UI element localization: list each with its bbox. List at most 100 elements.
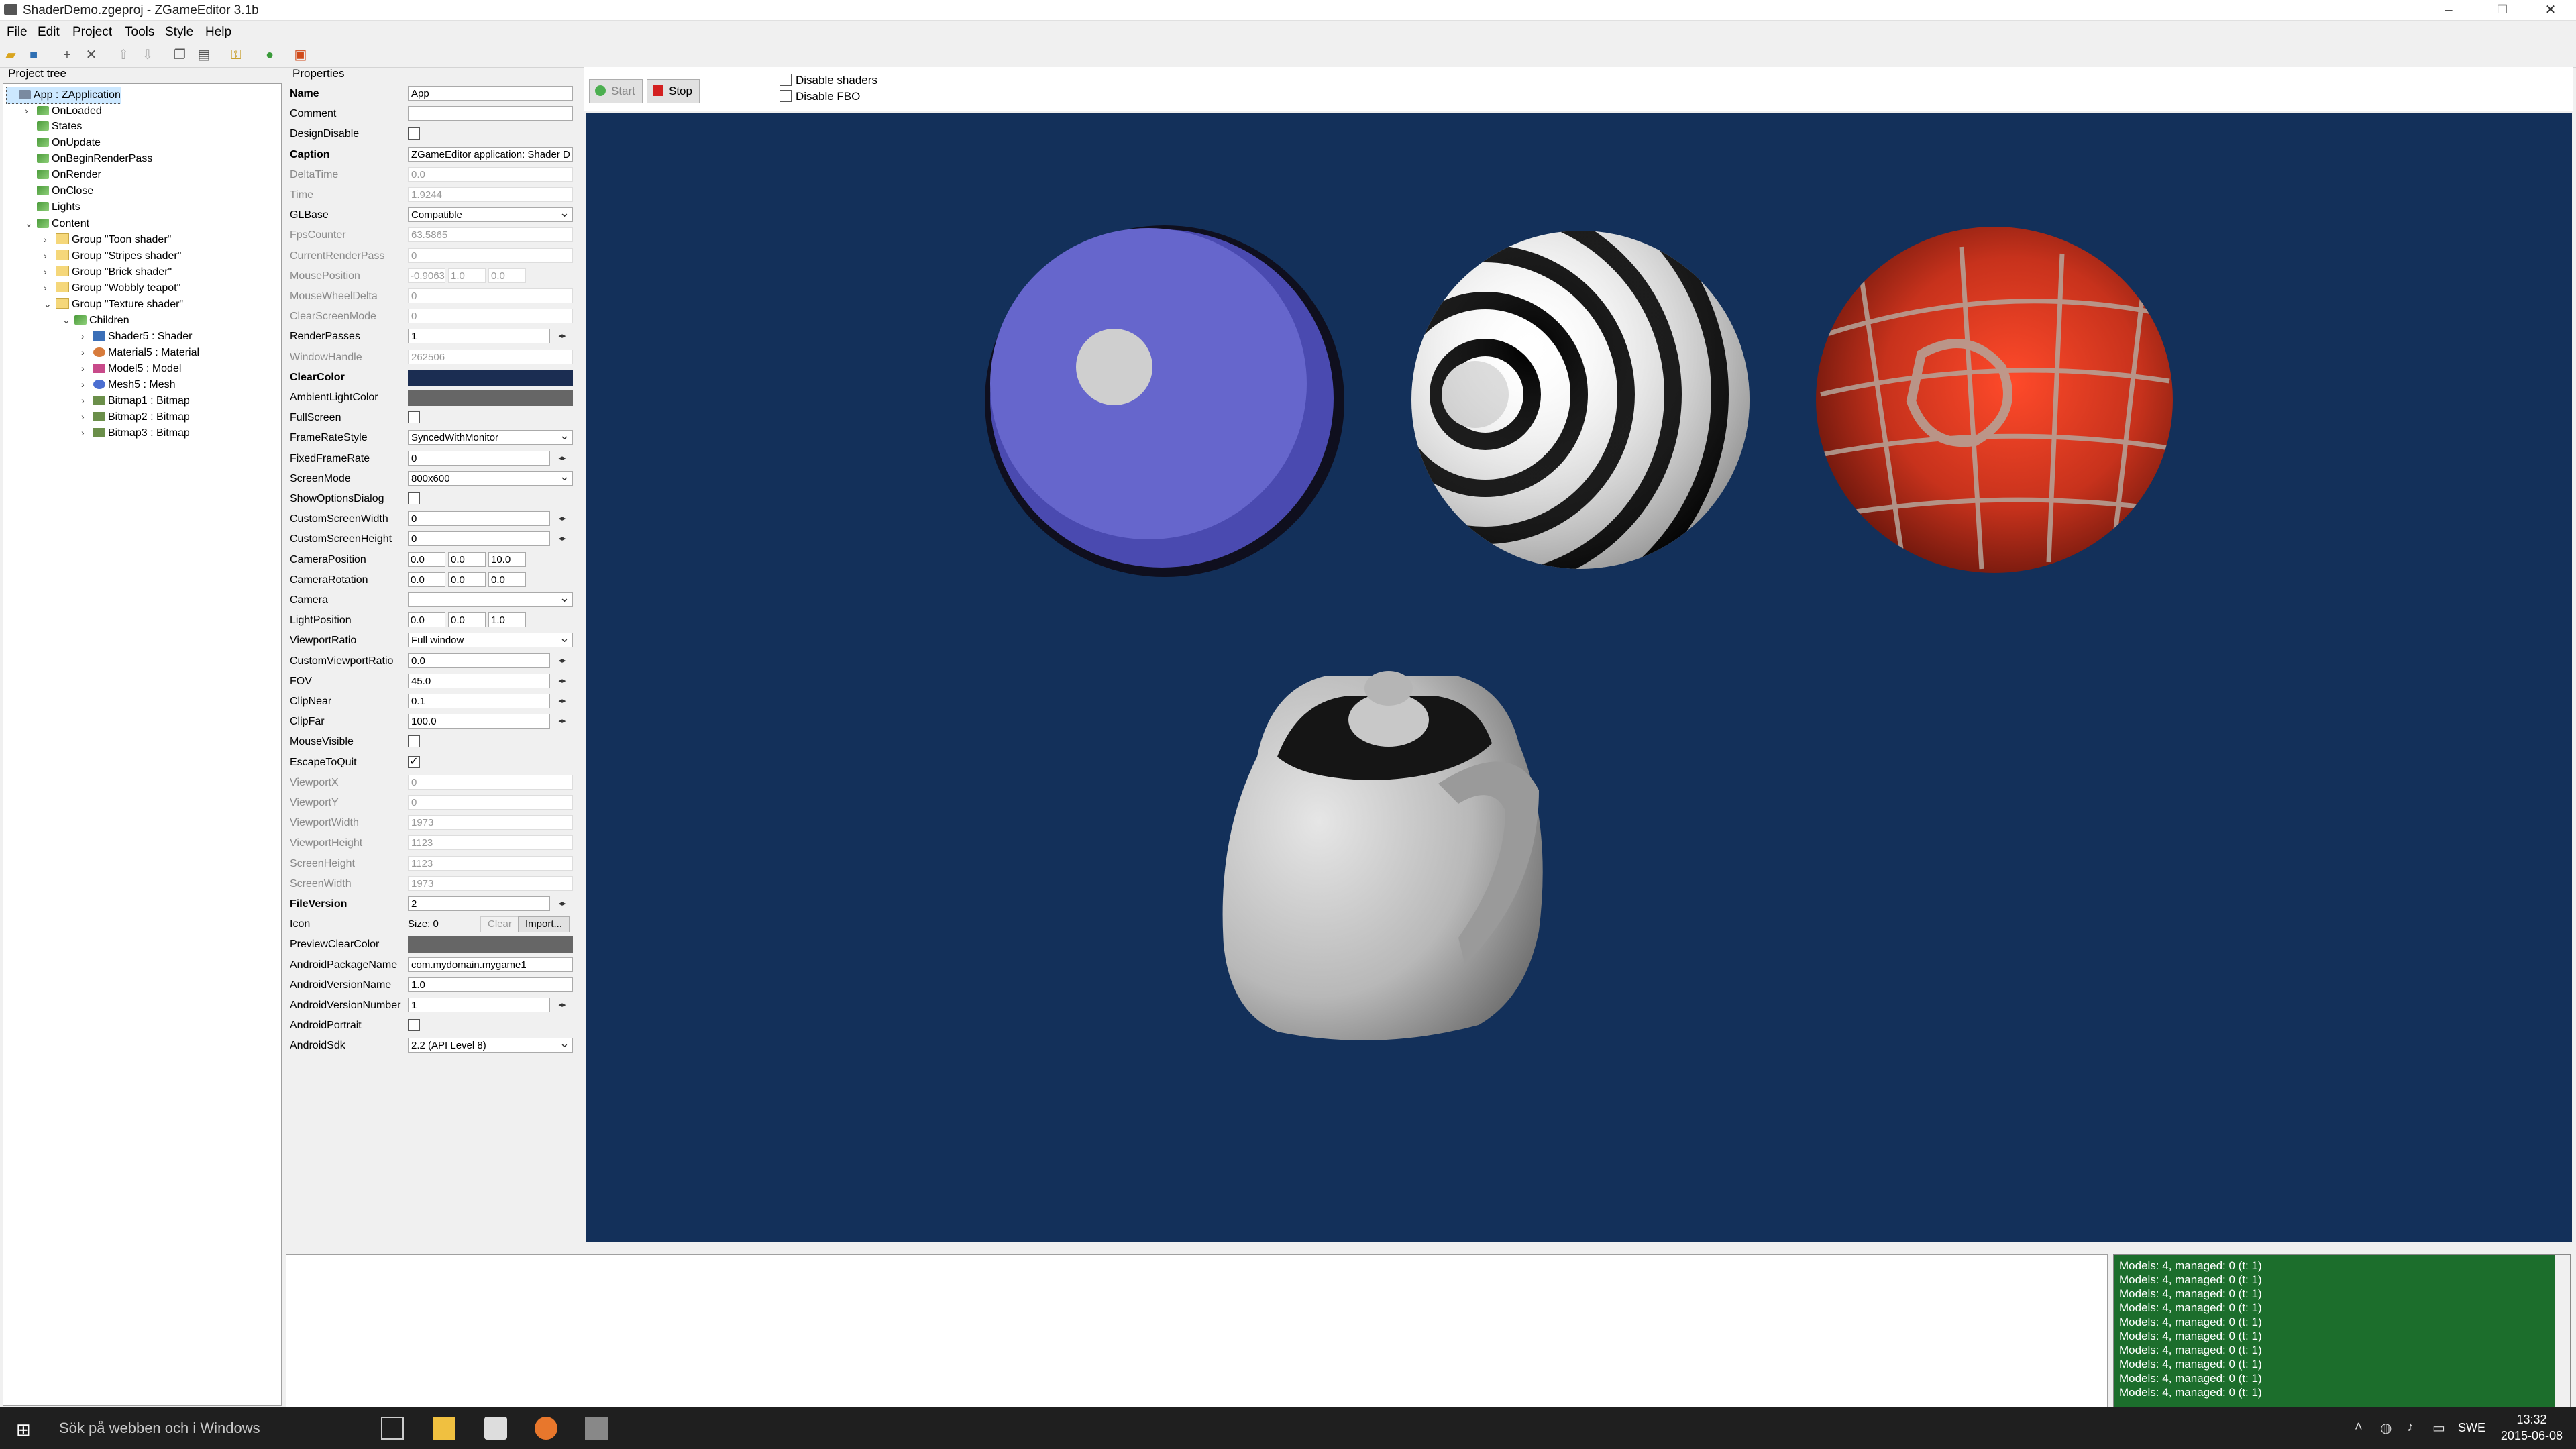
file-explorer-icon[interactable] — [433, 1417, 455, 1440]
property-dropdown[interactable]: Compatible — [408, 207, 573, 223]
tree-node[interactable]: OnClose — [25, 183, 93, 199]
render-viewport[interactable] — [586, 113, 2572, 1242]
vector-component-field[interactable]: 0.0 — [448, 572, 486, 587]
property-value-field[interactable]: App — [408, 86, 573, 101]
disable-shaders-checkbox[interactable]: Disable shaders — [780, 74, 877, 87]
property-checkbox[interactable] — [408, 1019, 420, 1032]
spin-arrows-icon[interactable]: ◂▸ — [551, 531, 573, 546]
property-spin-field[interactable]: 0 — [408, 450, 550, 466]
property-spin-field[interactable]: 45.0 — [408, 673, 550, 688]
tree-expander-icon[interactable]: › — [81, 360, 93, 376]
menu-file[interactable]: File — [7, 25, 28, 40]
spin-arrows-icon[interactable]: ◂▸ — [551, 653, 573, 668]
tree-node[interactable]: Lights — [25, 199, 80, 215]
property-dropdown[interactable]: Full window — [408, 633, 573, 648]
close-button[interactable]: ✕ — [2524, 0, 2576, 20]
tree-node[interactable]: › OnLoaded — [25, 103, 102, 119]
property-dropdown[interactable]: 800x600 — [408, 470, 573, 486]
vector-component-field[interactable]: 1.0 — [488, 612, 526, 628]
property-dropdown[interactable] — [408, 592, 573, 607]
tree-expander-icon[interactable]: ⌄ — [44, 296, 56, 312]
property-checkbox[interactable] — [408, 735, 420, 748]
taskbar-search[interactable]: Sök på webben och i Windows — [47, 1407, 381, 1449]
tree-node[interactable]: › Mesh5 : Mesh — [81, 376, 175, 392]
tree-node[interactable]: › Group "Toon shader" — [44, 231, 171, 248]
project-tree[interactable]: App : ZApplication › OnLoaded States OnUpdat… — [3, 83, 282, 1406]
tree-node[interactable]: States — [25, 119, 82, 135]
maximize-button[interactable]: ❐ — [2475, 0, 2529, 20]
property-spin-field[interactable]: 2 — [408, 896, 550, 911]
property-value-field[interactable]: com.mydomain.mygame1 — [408, 957, 573, 972]
copy-icon[interactable]: ❐ — [172, 47, 188, 63]
tree-expander-icon[interactable]: › — [44, 248, 56, 264]
menu-tools[interactable]: Tools — [125, 25, 154, 40]
zgameeditor-taskbar-icon[interactable] — [585, 1417, 608, 1440]
icon-clear-button[interactable]: Clear — [480, 916, 519, 933]
tree-expander-icon[interactable]: ⌄ — [25, 215, 37, 231]
property-value-field[interactable]: ZGameEditor application: Shader D — [408, 146, 573, 162]
tree-node[interactable]: › Bitmap2 : Bitmap — [81, 409, 190, 425]
tree-node[interactable]: › Group "Stripes shader" — [44, 248, 181, 264]
disable-shaders-box[interactable] — [780, 74, 792, 86]
color-swatch[interactable] — [408, 369, 573, 386]
tray-arrow-icon[interactable]: ˄ — [2355, 1419, 2363, 1435]
property-spin-field[interactable]: 1 — [408, 998, 550, 1012]
tree-expander-icon[interactable]: ⌄ — [62, 312, 74, 328]
store-icon[interactable] — [484, 1417, 507, 1440]
spin-arrows-icon[interactable]: ◂▸ — [551, 329, 573, 343]
vector-component-field[interactable]: 0.0 — [408, 612, 445, 628]
move-up-icon[interactable]: ⇧ — [115, 47, 131, 63]
language-indicator[interactable]: SWE — [2458, 1421, 2485, 1435]
icon-import-button[interactable]: Import... — [518, 916, 570, 933]
tree-node[interactable]: ⌄ Children — [62, 312, 129, 328]
add-icon[interactable]: + — [59, 47, 75, 63]
tree-node[interactable]: › Group "Brick shader" — [44, 264, 172, 280]
property-value-field[interactable]: 1.0 — [408, 977, 573, 992]
spin-arrows-icon[interactable]: ◂▸ — [551, 451, 573, 466]
tree-expander-icon[interactable]: › — [81, 328, 93, 344]
spin-arrows-icon[interactable]: ◂▸ — [551, 998, 573, 1012]
taskbar-clock[interactable]: 13:32 2015-06-08 — [2501, 1411, 2563, 1444]
run-icon[interactable]: ● — [262, 47, 278, 63]
property-checkbox[interactable] — [408, 492, 420, 504]
move-down-icon[interactable]: ⇩ — [140, 47, 156, 63]
notification-icon[interactable]: ▭ — [2432, 1419, 2445, 1436]
tree-node[interactable]: OnRender — [25, 167, 101, 183]
tree-node[interactable]: › Bitmap1 : Bitmap — [81, 392, 190, 409]
property-spin-field[interactable]: 100.0 — [408, 714, 550, 729]
delete-icon[interactable]: ✕ — [83, 47, 99, 63]
tree-expander-icon[interactable]: › — [44, 264, 56, 280]
spin-arrows-icon[interactable]: ◂▸ — [551, 511, 573, 526]
tree-node[interactable]: › Shader5 : Shader — [81, 328, 192, 344]
property-spin-field[interactable]: 0 — [408, 511, 550, 527]
task-view-icon[interactable] — [381, 1417, 404, 1440]
property-value-field[interactable] — [408, 106, 573, 121]
tree-node[interactable]: App : ZApplication — [6, 87, 121, 104]
tree-node[interactable]: › Bitmap3 : Bitmap — [81, 425, 190, 441]
network-icon[interactable]: ◍ — [2380, 1419, 2392, 1436]
property-dropdown[interactable]: 2.2 (API Level 8) — [408, 1038, 573, 1053]
firefox-icon[interactable] — [535, 1417, 557, 1440]
property-spin-field[interactable]: 0.1 — [408, 694, 550, 708]
tree-expander-icon[interactable]: › — [44, 231, 56, 248]
vector-component-field[interactable]: 10.0 — [488, 551, 526, 567]
menu-style[interactable]: Style — [165, 25, 193, 40]
vector-component-field[interactable]: 0.0 — [448, 612, 486, 628]
open-icon[interactable]: ▰ — [3, 47, 19, 63]
disable-fbo-checkbox[interactable]: Disable FBO — [780, 90, 860, 103]
build-icon[interactable]: ▣ — [292, 47, 309, 63]
property-spin-field[interactable]: 0 — [408, 531, 550, 547]
tree-node[interactable]: › Material5 : Material — [81, 344, 199, 360]
menu-edit[interactable]: Edit — [38, 25, 60, 40]
paste-icon[interactable]: ▤ — [196, 47, 212, 63]
menu-help[interactable]: Help — [205, 25, 231, 40]
log-scrollbar[interactable] — [2555, 1255, 2570, 1407]
color-swatch[interactable] — [408, 390, 573, 406]
property-spin-field[interactable]: 0.0 — [408, 653, 550, 668]
lock-icon[interactable]: ⚿ — [228, 47, 244, 63]
save-icon[interactable]: ■ — [25, 47, 42, 63]
vector-component-field[interactable]: 0.0 — [408, 572, 445, 587]
property-spin-field[interactable]: 1 — [408, 329, 550, 344]
tree-node[interactable]: ⌄ Content — [25, 215, 89, 231]
tree-expander-icon[interactable]: › — [81, 376, 93, 392]
